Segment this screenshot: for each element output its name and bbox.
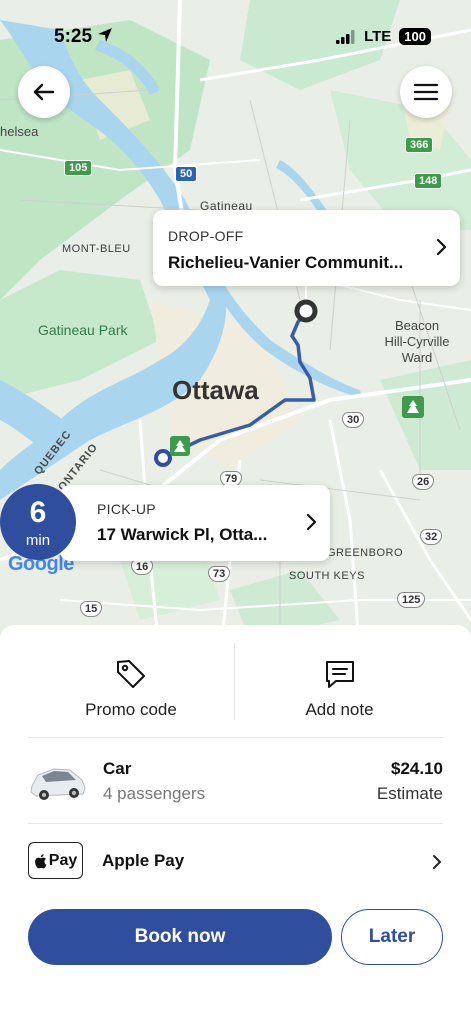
dropoff-address: Richelieu-Vanier Communit...: [168, 253, 404, 272]
car-icon: [30, 768, 86, 800]
ride-option[interactable]: Car 4 passengers $24.10 Estimate: [28, 738, 443, 824]
status-time-text: 5:25: [54, 26, 93, 47]
booking-sheet: Promo code Add note Car 4 passengers $24…: [0, 625, 471, 1024]
network-type: LTE: [364, 28, 392, 45]
battery-indicator: 100: [399, 28, 431, 45]
ride-passengers: 4 passengers: [103, 784, 206, 803]
pickup-label: PICK-UP: [97, 501, 156, 517]
status-indicators: LTE 100: [336, 28, 431, 45]
eta-unit: min: [25, 532, 51, 549]
menu-button[interactable]: [400, 66, 452, 118]
map-label-beacon-line3: Ward: [401, 350, 433, 365]
route-shield-50: 50: [175, 166, 198, 182]
chevron-right-icon: [306, 513, 317, 531]
later-button[interactable]: Later: [341, 909, 443, 965]
map-label-greenboro: GREENBORO: [327, 547, 404, 559]
chevron-right-icon: [433, 855, 441, 869]
map-label-chelsea: helsea: [0, 124, 39, 139]
dropoff-callout[interactable]: DROP-OFF Richelieu-Vanier Communit...: [153, 210, 460, 286]
dropoff-label: DROP-OFF: [168, 228, 244, 244]
promo-code-label: Promo code: [85, 700, 177, 719]
map-label-south-keys: SOUTH KEYS: [289, 570, 365, 582]
pickup-callout[interactable]: PICK-UP 17 Warwick Pl, Otta...: [60, 485, 330, 561]
map-label-beacon-line1: Beacon: [394, 318, 440, 333]
ride-name: Car: [103, 759, 132, 778]
map-label-gatineau-park: Gatineau Park: [38, 322, 128, 338]
status-bar: 5:25 LTE 100: [0, 0, 471, 54]
hamburger-menu-icon: [413, 83, 439, 101]
add-note-button[interactable]: Add note: [236, 643, 443, 720]
map-label-beacon-hill: Beacon Hill-Cyrville Ward: [382, 318, 452, 366]
map-label-mont-bleu: MONT-BLEU: [62, 243, 131, 255]
action-row: Promo code Add note: [28, 625, 443, 738]
payment-method-row[interactable]: Pay Apple Pay: [28, 824, 443, 899]
signal-bars-icon: [336, 29, 355, 44]
route-shield-148: 148: [414, 173, 443, 189]
add-note-label: Add note: [305, 700, 374, 719]
route-shield-366: 366: [405, 137, 434, 153]
apple-logo-icon: [34, 853, 47, 868]
tag-icon: [117, 660, 145, 688]
payment-method-label: Apple Pay: [102, 851, 185, 870]
ride-price: $24.10: [391, 759, 443, 778]
route-shield-125: 125: [397, 592, 426, 608]
map-label-city: Ottawa: [172, 375, 259, 405]
status-time: 5:25: [54, 26, 113, 48]
chevron-right-icon: [436, 238, 447, 256]
location-arrow-icon: [98, 28, 113, 42]
eta-value: 6: [29, 496, 47, 529]
note-icon: [325, 661, 354, 688]
pickup-address: 17 Warwick Pl, Otta...: [97, 525, 268, 544]
arrow-left-icon: [33, 83, 55, 101]
apple-pay-icon: Pay: [28, 842, 83, 879]
apple-pay-icon-text: Pay: [48, 851, 78, 869]
ride-estimate-label: Estimate: [376, 784, 443, 803]
back-button[interactable]: [18, 66, 70, 118]
book-now-button[interactable]: Book now: [28, 909, 332, 965]
map-label-beacon-line2: Hill-Cyrville: [384, 334, 450, 349]
route-shield-105: 105: [64, 160, 93, 176]
promo-code-button[interactable]: Promo code: [28, 643, 235, 720]
eta-badge: 6 min: [0, 484, 76, 560]
